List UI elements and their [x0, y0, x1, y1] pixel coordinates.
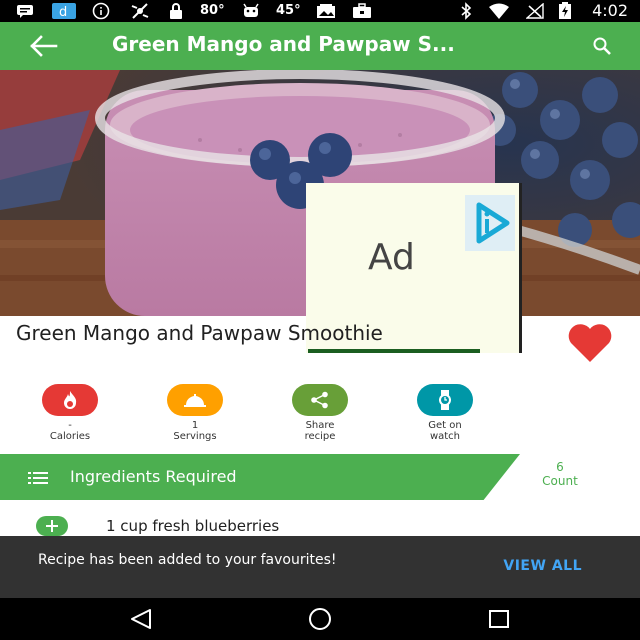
recipe-actions: - Calories 1 Servings Share recipe Get o… — [0, 384, 640, 446]
android-icon — [242, 3, 260, 19]
briefcase-icon — [352, 3, 372, 19]
servings-action[interactable]: 1 Servings — [145, 384, 245, 442]
app-bar: Green Mango and Pawpaw S... — [0, 22, 640, 70]
favorite-heart-icon[interactable] — [566, 322, 614, 364]
clock: 4:02 — [592, 1, 628, 20]
temperature-2: 45° — [276, 3, 301, 18]
wifi-icon — [488, 3, 510, 19]
add-ingredient-icon[interactable] — [36, 516, 68, 536]
watch-icon — [417, 384, 473, 416]
calories-action[interactable]: - Calories — [20, 384, 120, 442]
snackbar-message: Recipe has been added to your favourites… — [38, 552, 337, 568]
snackbar: Recipe has been added to your favourites… — [0, 536, 640, 598]
calories-label: Calories — [49, 431, 91, 442]
navigation-bar — [0, 598, 640, 640]
flame-icon — [42, 384, 98, 416]
ad-progress-bar — [308, 349, 480, 353]
servings-label: Servings — [173, 431, 217, 442]
share-recipe-label: Share recipe — [304, 420, 336, 442]
ad-choices-icon[interactable] — [465, 195, 515, 251]
no-signal-icon — [526, 3, 544, 19]
cloche-icon — [167, 384, 223, 416]
ingredients-header: Ingredients Required 6 Count — [0, 454, 640, 500]
get-on-watch-action[interactable]: Get on watch — [395, 384, 495, 442]
message-icon — [16, 3, 34, 19]
list-icon — [28, 470, 48, 484]
bluetooth-icon — [460, 2, 472, 20]
servings-value: 1 — [191, 420, 199, 431]
ingredients-title-bar: Ingredients Required — [0, 454, 520, 500]
ingredient-text: 1 cup fresh blueberries — [106, 517, 280, 535]
ingredients-count-value: 6 — [556, 460, 564, 474]
search-icon[interactable] — [592, 36, 614, 58]
lock-icon — [168, 3, 184, 19]
calories-value: - — [68, 420, 72, 431]
ingredient-list-item[interactable]: 1 cup fresh blueberries — [0, 512, 640, 538]
fan-icon — [130, 3, 150, 19]
ingredients-count: 6 Count — [520, 460, 600, 488]
app-d-icon: d — [52, 3, 76, 19]
share-recipe-action[interactable]: Share recipe — [270, 384, 370, 442]
arrow-back-icon[interactable] — [28, 32, 60, 60]
ingredients-count-label: Count — [542, 474, 578, 488]
status-bar: d 80° 45° 4:02 — [0, 0, 640, 22]
view-all-button[interactable]: VIEW ALL — [503, 558, 582, 574]
nav-recents-icon[interactable] — [484, 606, 514, 632]
page-title: Green Mango and Pawpaw S... — [112, 32, 455, 56]
ingredients-title: Ingredients Required — [70, 467, 237, 486]
recipe-title: Green Mango and Pawpaw Smoothie — [16, 321, 383, 345]
photo-icon — [316, 3, 336, 19]
nav-home-icon[interactable] — [305, 606, 335, 632]
ad-label: Ad — [368, 237, 415, 278]
temperature-1: 80° — [200, 3, 225, 18]
share-icon — [292, 384, 348, 416]
battery-charging-icon — [558, 2, 572, 19]
svg-text:d: d — [59, 5, 67, 18]
info-icon — [92, 2, 110, 20]
nav-back-icon[interactable] — [126, 606, 156, 632]
get-on-watch-label: Get on watch — [428, 420, 462, 442]
